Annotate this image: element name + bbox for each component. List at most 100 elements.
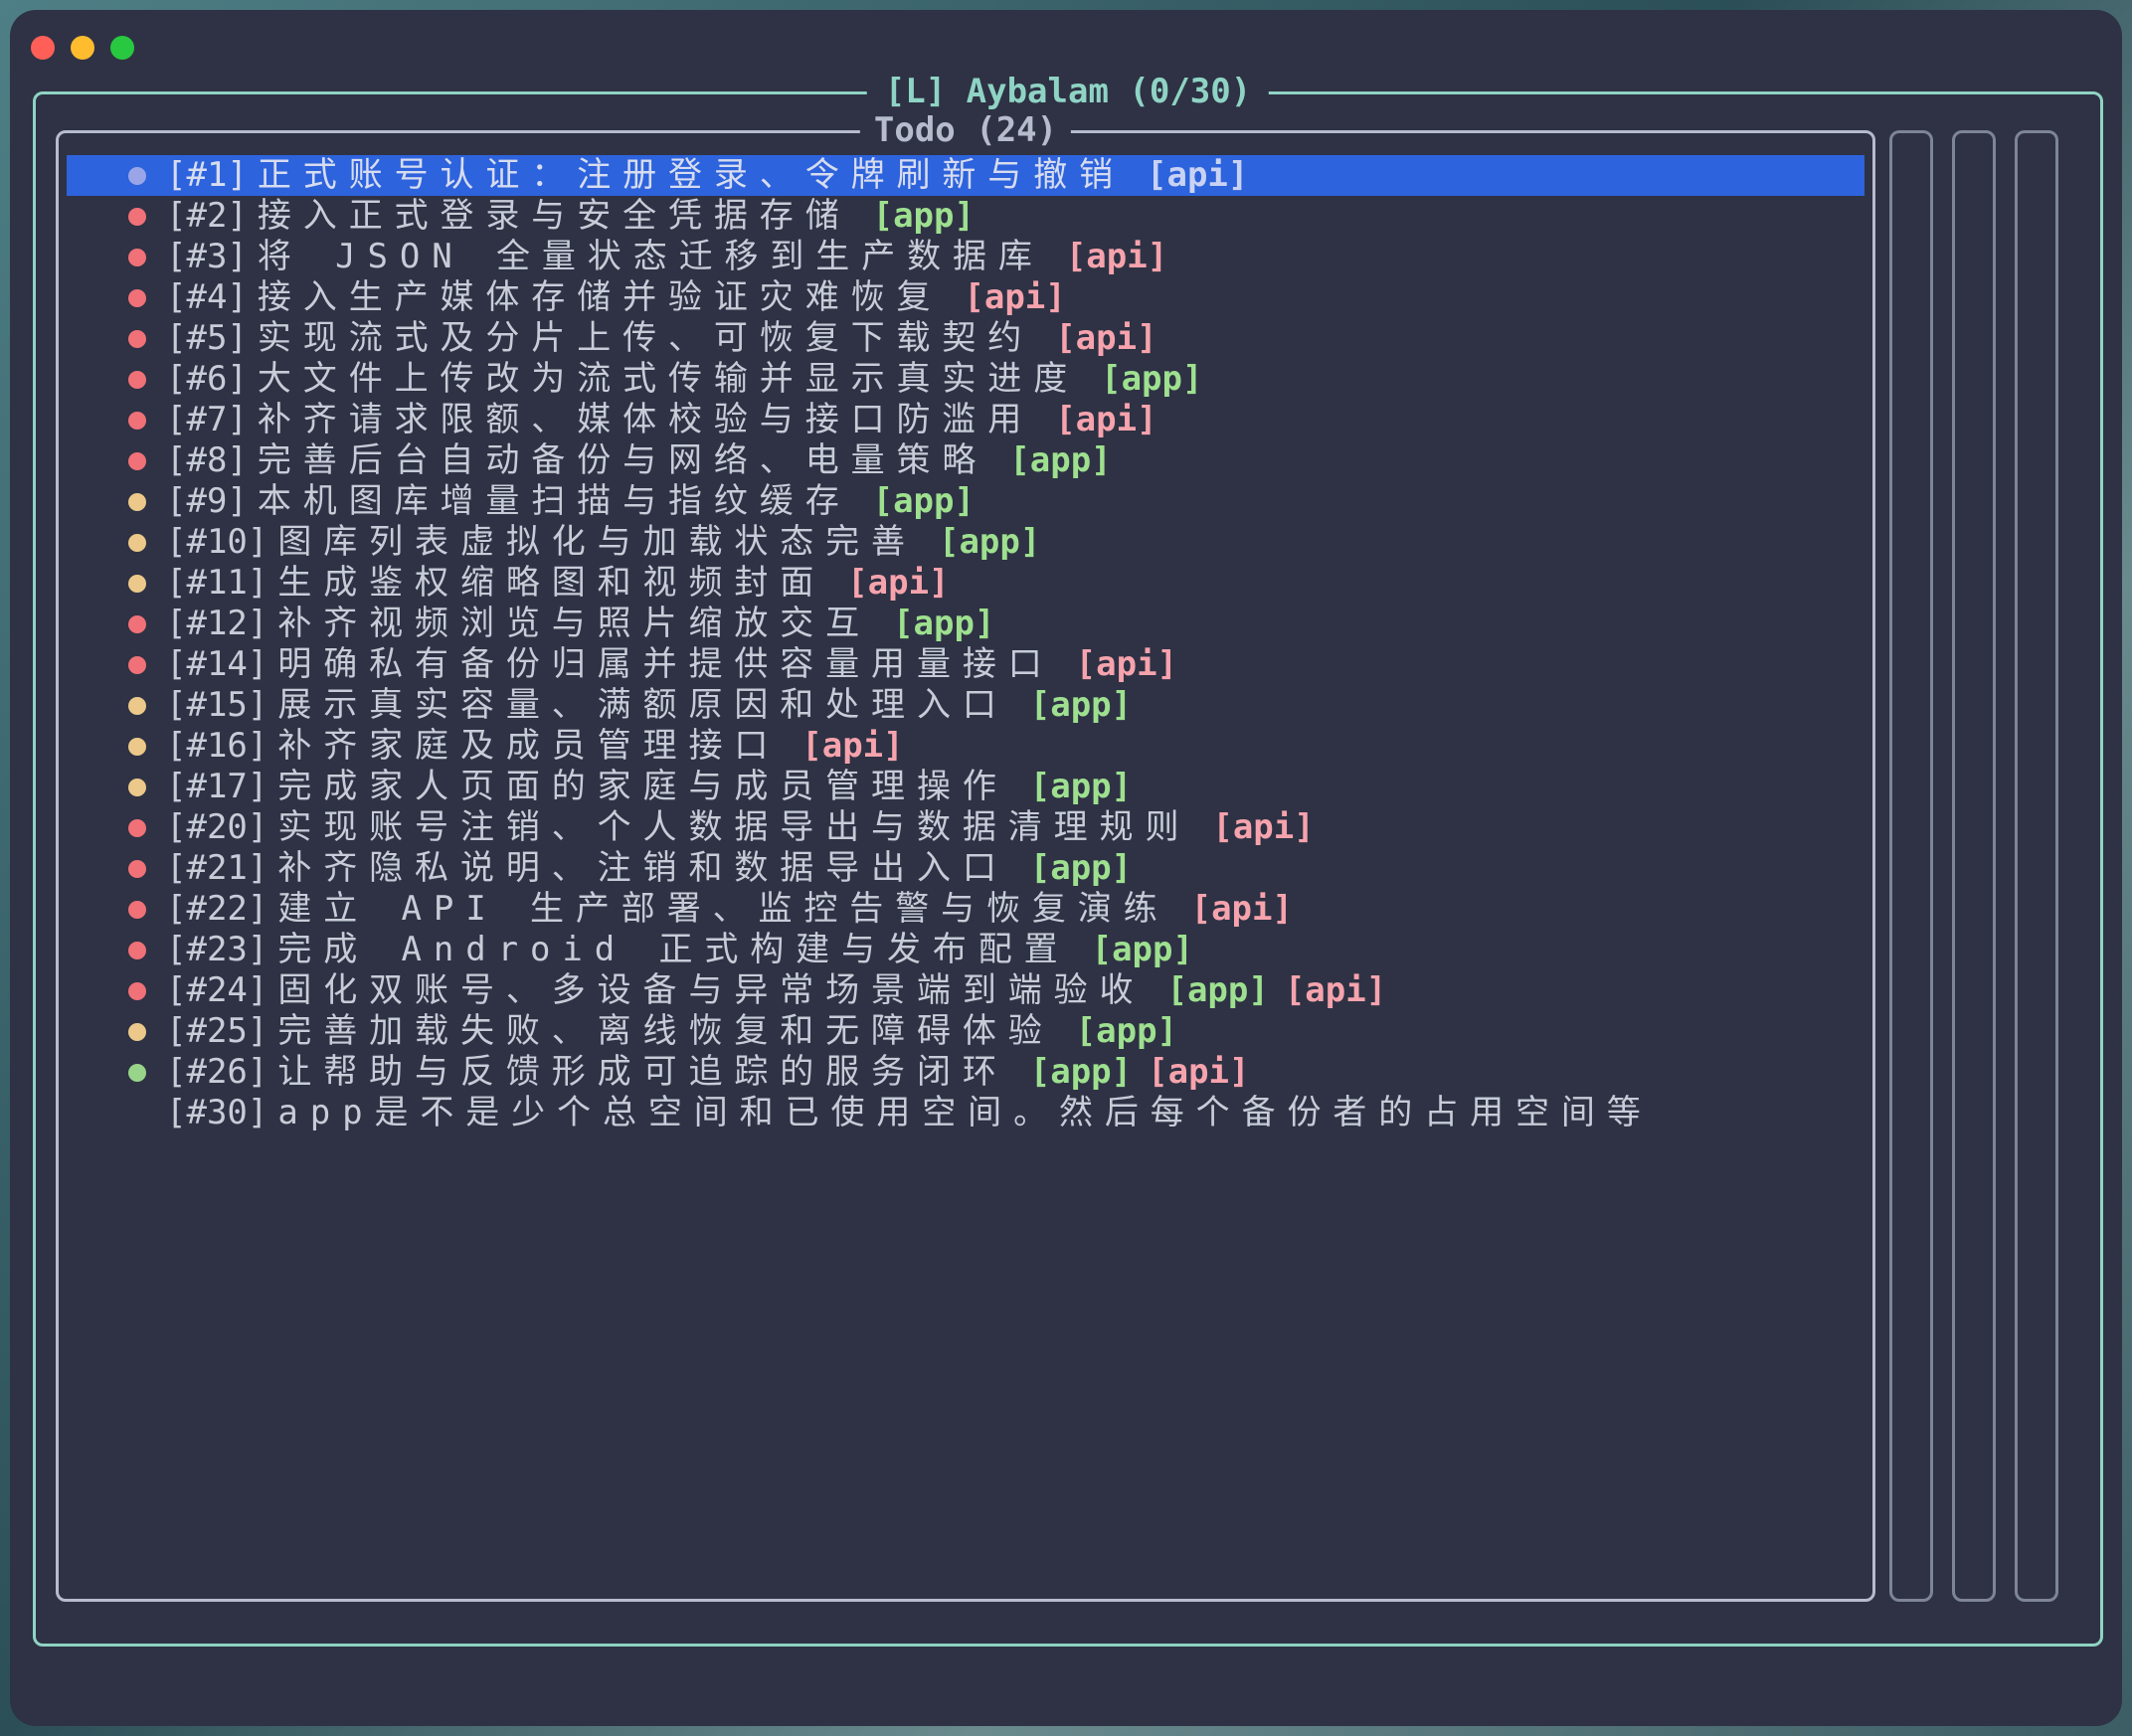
task-title: 明确私有备份归属并提供容量用量接口	[277, 644, 1054, 684]
status-dot-icon	[128, 860, 146, 878]
status-dot-icon	[128, 493, 146, 511]
status-dot-icon	[128, 697, 146, 715]
task-tag: [app]	[1029, 848, 1133, 888]
task-tag: [api]	[1065, 237, 1168, 276]
task-tag: [api]	[847, 563, 950, 603]
task-row[interactable]: [#3] 将 JSON 全量状态迁移到生产数据库 [api]	[67, 237, 1865, 277]
status-dot-icon	[128, 615, 146, 633]
task-tag: [api]	[1190, 889, 1293, 929]
task-title: 图库列表虚拟化与加载状态完善	[277, 522, 917, 562]
status-dot-icon	[128, 942, 146, 959]
status-dot-icon	[128, 534, 146, 552]
task-title: 生成鉴权缩略图和视频封面	[277, 563, 826, 603]
task-row[interactable]: [#2] 接入正式登录与安全凭据存储 [app]	[67, 196, 1865, 237]
task-row[interactable]: [#17] 完成家人页面的家庭与成员管理操作 [app]	[67, 767, 1865, 807]
task-row[interactable]: [#6] 大文件上传改为流式传输并显示真实进度 [app]	[67, 359, 1865, 400]
task-tag: [api]	[1075, 644, 1178, 684]
task-row[interactable]: [#30] app是不是少个总空间和已使用空间。然后每个备份者的占用空间等	[67, 1093, 1865, 1133]
task-tag: [app]	[872, 481, 975, 521]
terminal-window: [L] Aybalam (0/30) Todo (24) [#1] 正式账号认证：…	[10, 10, 2122, 1726]
task-id: [#7]	[166, 400, 248, 439]
task-tag: [api]	[1284, 970, 1387, 1010]
collapsed-column-2[interactable]	[1952, 130, 1996, 1602]
task-row[interactable]: [#22] 建立 API 生产部署、监控告警与恢复演练 [api]	[67, 889, 1865, 930]
task-title: 补齐视频浏览与照片缩放交互	[277, 604, 872, 643]
task-id: [#1]	[166, 155, 248, 195]
task-tag: [app]	[1029, 1052, 1133, 1092]
task-row[interactable]: [#15] 展示真实容量、满额原因和处理入口 [app]	[67, 685, 1865, 726]
task-tag: [app]	[938, 522, 1041, 562]
task-id: [#15]	[166, 685, 268, 725]
task-row[interactable]: [#16] 补齐家庭及成员管理接口 [api]	[67, 726, 1865, 767]
status-dot-icon	[128, 249, 146, 266]
task-id: [#23]	[166, 930, 268, 969]
status-dot-icon	[128, 452, 146, 470]
task-id: [#2]	[166, 196, 248, 236]
status-dot-icon	[128, 330, 146, 348]
collapsed-column-1[interactable]	[1889, 130, 1933, 1602]
task-title: 补齐隐私说明、注销和数据导出入口	[277, 848, 1008, 888]
task-id: [#14]	[166, 644, 268, 684]
status-dot-icon	[128, 819, 146, 837]
task-tag: [app]	[1166, 970, 1269, 1010]
task-tag: [app]	[893, 604, 995, 643]
task-title: 完成 Android 正式构建与发布配置	[277, 930, 1070, 969]
task-row[interactable]: [#12] 补齐视频浏览与照片缩放交互 [app]	[67, 604, 1865, 644]
task-row[interactable]: [#25] 完善加载失败、离线恢复和无障碍体验 [app]	[67, 1011, 1865, 1052]
task-tag: [app]	[1009, 440, 1112, 480]
task-row[interactable]: [#20] 实现账号注销、个人数据导出与数据清理规则 [api]	[67, 807, 1865, 848]
task-row[interactable]: [#9] 本机图库增量扫描与指纹缓存 [app]	[67, 481, 1865, 522]
task-title: 固化双账号、多设备与异常场景端到端验收	[277, 970, 1146, 1010]
task-row[interactable]: [#5] 实现流式及分片上传、可恢复下载契约 [api]	[67, 318, 1865, 359]
task-row[interactable]: [#1] 正式账号认证：注册登录、令牌刷新与撤销 [api]	[67, 155, 1865, 196]
task-row[interactable]: [#8] 完善后台自动备份与网络、电量策略 [app]	[67, 440, 1865, 481]
close-window-button[interactable]	[31, 36, 55, 60]
status-dot-icon	[128, 412, 146, 430]
todo-panel-title: Todo (24)	[859, 109, 1072, 151]
zoom-window-button[interactable]	[110, 36, 134, 60]
task-title: 正式账号认证：注册登录、令牌刷新与撤销	[257, 155, 1125, 195]
task-id: [#22]	[166, 889, 268, 929]
task-id: [#30]	[166, 1093, 268, 1132]
task-row[interactable]: [#4] 接入生产媒体存储并验证灾难恢复 [api]	[67, 277, 1865, 318]
task-title: 实现流式及分片上传、可恢复下载契约	[257, 318, 1034, 358]
status-dot-icon	[128, 371, 146, 389]
task-title: 接入生产媒体存储并验证灾难恢复	[257, 277, 943, 317]
task-title: 本机图库增量扫描与指纹缓存	[257, 481, 851, 521]
board-title: [L] Aybalam (0/30)	[866, 71, 1270, 112]
task-tag: [api]	[1055, 318, 1157, 358]
task-row[interactable]: [#10] 图库列表虚拟化与加载状态完善 [app]	[67, 522, 1865, 563]
task-id: [#3]	[166, 237, 248, 276]
task-row[interactable]: [#23] 完成 Android 正式构建与发布配置 [app]	[67, 930, 1865, 970]
task-row[interactable]: [#11] 生成鉴权缩略图和视频封面 [api]	[67, 563, 1865, 604]
task-id: [#16]	[166, 726, 268, 766]
task-title: 让帮助与反馈形成可追踪的服务闭环	[277, 1052, 1008, 1092]
task-tag: [api]	[1055, 400, 1157, 439]
task-tag: [api]	[1148, 1052, 1250, 1092]
task-tag: [app]	[1101, 359, 1203, 399]
collapsed-column-3[interactable]	[2015, 130, 2058, 1602]
task-row[interactable]: [#24] 固化双账号、多设备与异常场景端到端验收 [app] [api]	[67, 970, 1865, 1011]
status-dot-icon	[128, 656, 146, 674]
task-id: [#26]	[166, 1052, 268, 1092]
task-id: [#6]	[166, 359, 248, 399]
task-title: 补齐请求限额、媒体校验与接口防滥用	[257, 400, 1034, 439]
task-title: 补齐家庭及成员管理接口	[277, 726, 781, 766]
task-row[interactable]: [#21] 补齐隐私说明、注销和数据导出入口 [app]	[67, 848, 1865, 889]
task-tag: [api]	[801, 726, 904, 766]
task-title: 接入正式登录与安全凭据存储	[257, 196, 851, 236]
status-dot-icon	[128, 738, 146, 756]
task-row[interactable]: [#26] 让帮助与反馈形成可追踪的服务闭环 [app] [api]	[67, 1052, 1865, 1093]
task-row[interactable]: [#14] 明确私有备份归属并提供容量用量接口 [api]	[67, 644, 1865, 685]
status-dot-icon	[128, 208, 146, 226]
task-title: app是不是少个总空间和已使用空间。然后每个备份者的占用空间等	[277, 1093, 1653, 1132]
status-dot-icon	[128, 167, 146, 185]
task-title: 将 JSON 全量状态迁移到生产数据库	[257, 237, 1044, 276]
task-id: [#8]	[166, 440, 248, 480]
task-id: [#24]	[166, 970, 268, 1010]
task-row[interactable]: [#7] 补齐请求限额、媒体校验与接口防滥用 [api]	[67, 400, 1865, 440]
task-tag: [app]	[1091, 930, 1193, 969]
minimize-window-button[interactable]	[71, 36, 94, 60]
todo-panel[interactable]: Todo (24) [#1] 正式账号认证：注册登录、令牌刷新与撤销 [api] [#…	[56, 109, 1875, 1602]
status-dot-icon	[128, 901, 146, 919]
